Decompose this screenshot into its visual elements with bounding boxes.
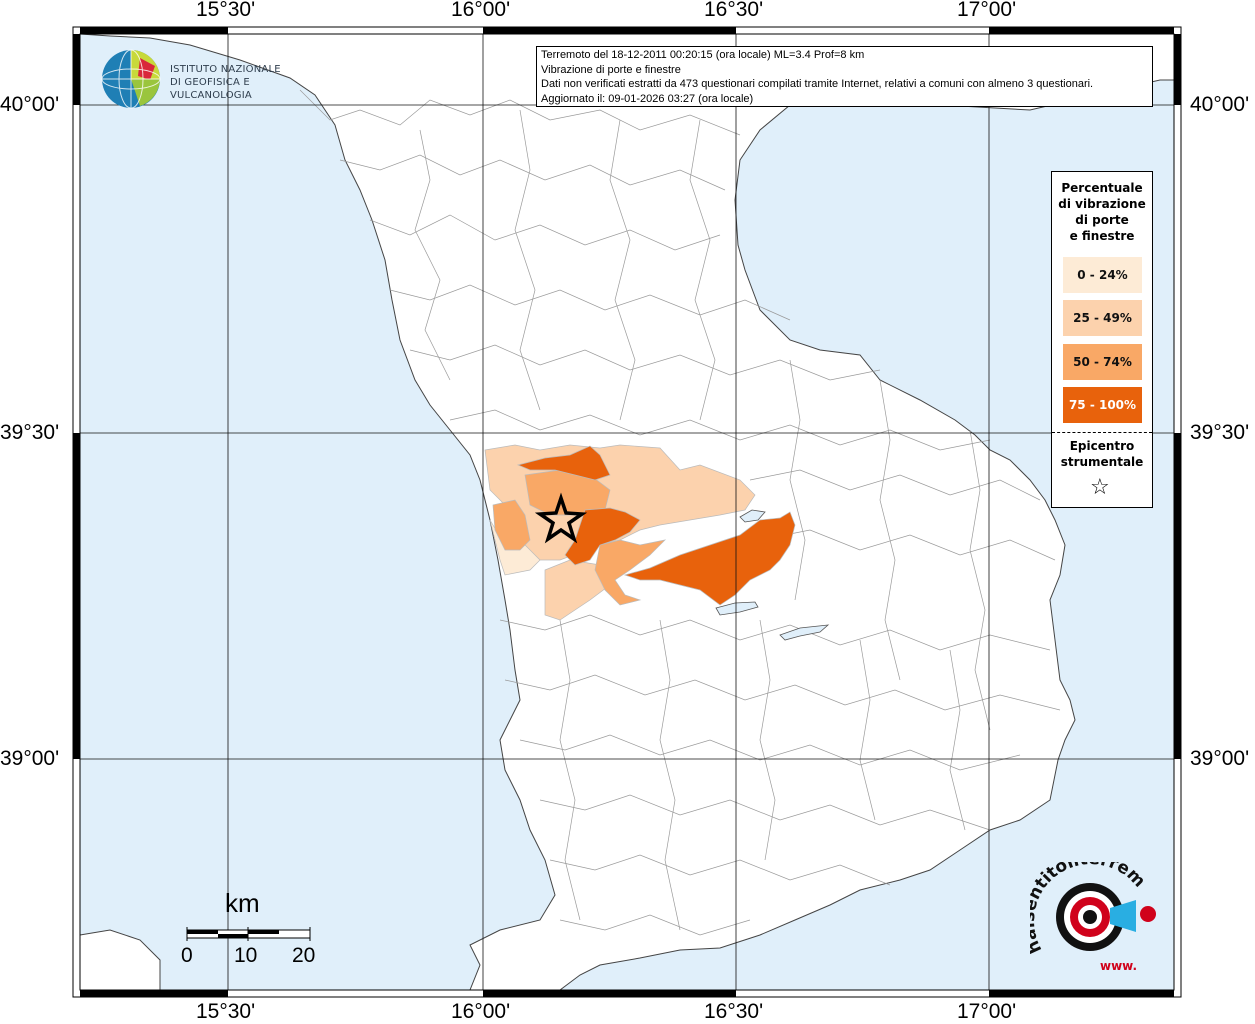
hai-sentito-prefix: www. bbox=[1100, 959, 1137, 973]
star-icon: ☆ bbox=[1090, 475, 1110, 500]
lat-label-right-1: 40°00' bbox=[1190, 93, 1250, 116]
lon-label-top-3: 16°30' bbox=[704, 0, 764, 21]
legend-separator bbox=[1052, 432, 1152, 433]
scale-unit: km bbox=[225, 888, 260, 918]
scale-tick-20: 20 bbox=[292, 944, 316, 967]
legend-class-25-49: 25 - 49% bbox=[1063, 300, 1142, 336]
ingv-logo: ISTITUTO NAZIONALE DI GEOFISICA E VULCAN… bbox=[100, 48, 320, 109]
event-data-note: Dati non verificati estratti da 473 ques… bbox=[541, 78, 1094, 91]
hai-sentito-logo-graphic: haisentitoilterremoto.it www. bbox=[1019, 847, 1156, 973]
lon-label-top-2: 16°00' bbox=[451, 0, 511, 21]
lat-label-right-3: 39°00' bbox=[1190, 747, 1250, 770]
legend-class-0-24: 0 - 24% bbox=[1063, 257, 1142, 293]
lon-label-top-4: 17°00' bbox=[957, 0, 1017, 21]
ingv-logo-line2: DI GEOFISICA E VULCANOLOGIA bbox=[170, 77, 252, 101]
lon-label-bottom-2: 16°00' bbox=[451, 1000, 511, 1023]
legend-title: Percentuale di vibrazione di porte e fin… bbox=[1052, 180, 1152, 244]
legend-title-line3: di porte bbox=[1075, 213, 1129, 227]
ingv-logo-line1: ISTITUTO NAZIONALE bbox=[170, 64, 281, 75]
scale-bar: km 0 10 20 bbox=[180, 888, 330, 970]
lat-label-right-2: 39°30' bbox=[1190, 421, 1250, 444]
legend-epicenter-line1: Epicentro bbox=[1069, 439, 1135, 453]
legend-class-50-74: 50 - 74% bbox=[1063, 344, 1142, 380]
event-subtitle: Vibrazione di porte e finestre bbox=[541, 63, 681, 76]
globe-icon bbox=[101, 49, 161, 109]
lon-label-bottom-4: 17°00' bbox=[957, 1000, 1017, 1023]
event-info-box: Terremoto del 18-12-2011 00:20:15 (ora l… bbox=[536, 46, 1153, 107]
hai-sentito-logo: haisentitoilterremoto.it www. bbox=[1019, 847, 1160, 982]
scale-tick-10: 10 bbox=[234, 944, 258, 967]
legend-epicenter-line2: strumentale bbox=[1060, 455, 1144, 469]
event-updated: Aggiornato il: 09-01-2026 03:27 (ora loc… bbox=[541, 92, 754, 105]
legend-class-75-100: 75 - 100% bbox=[1063, 387, 1142, 423]
scale-bar-graphic bbox=[186, 927, 311, 941]
legend: Percentuale di vibrazione di porte e fin… bbox=[1051, 171, 1153, 508]
legend-title-line4: e finestre bbox=[1069, 229, 1135, 243]
legend-title-line2: di vibrazione bbox=[1058, 197, 1146, 211]
lat-label-left-2: 39°30' bbox=[0, 421, 60, 444]
event-title: Terremoto del 18-12-2011 00:20:15 (ora l… bbox=[541, 49, 865, 61]
lat-label-left-3: 39°00' bbox=[0, 747, 60, 770]
lon-label-bottom-3: 16°30' bbox=[704, 1000, 764, 1023]
lon-label-top-1: 15°30' bbox=[196, 0, 256, 21]
legend-title-line1: Percentuale bbox=[1061, 181, 1143, 195]
lon-label-bottom-1: 15°30' bbox=[196, 1000, 256, 1023]
legend-epicenter-label: Epicentro strumentale bbox=[1052, 438, 1152, 470]
scale-tick-0: 0 bbox=[181, 944, 193, 967]
lat-label-left-1: 40°00' bbox=[0, 93, 60, 116]
